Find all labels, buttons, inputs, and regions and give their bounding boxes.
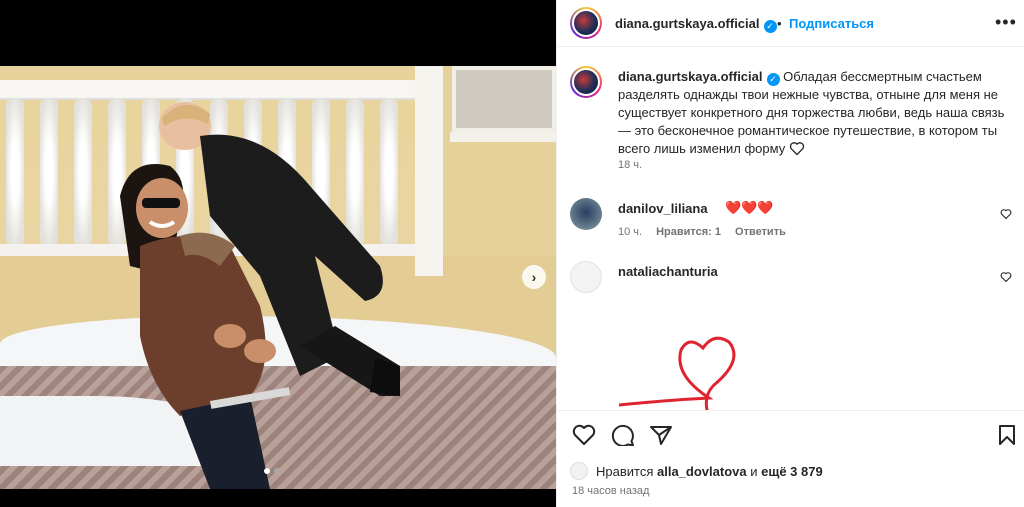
comment-likes-count[interactable]: Нравится: 1 (656, 226, 721, 238)
liker-username[interactable]: alla_dovlatova (657, 464, 747, 479)
heart-outline-icon (789, 142, 804, 156)
baluster (6, 98, 24, 244)
commenter-username[interactable]: danilov_liliana (618, 201, 708, 216)
like-heart-icon[interactable] (572, 424, 596, 446)
likes-summary: Нравится alla_dovlatova и ещё 3 879 (570, 462, 823, 480)
header-separator: • (777, 16, 782, 31)
commenter-username[interactable]: nataliachanturia (618, 264, 718, 279)
building-window (452, 66, 556, 132)
likes-connector: и (750, 463, 758, 479)
carousel-dot-active (264, 468, 270, 474)
caption-timestamp: 18 ч. (618, 159, 643, 171)
author-username[interactable]: diana.gurtskaya.official ✓ (615, 16, 777, 33)
caption-text-block: diana.gurtskaya.official ✓ Обладая бессме… (618, 68, 1013, 158)
woman-figure (120, 164, 291, 489)
post-actions-bar (557, 410, 1024, 460)
comment-bubble-icon[interactable] (611, 424, 635, 446)
baluster (74, 98, 92, 244)
comment-like-heart-icon[interactable] (1000, 271, 1012, 283)
more-options-icon[interactable]: ••• (995, 12, 1017, 33)
commenter-avatar[interactable] (570, 261, 602, 293)
heart-sticker-icon (619, 336, 736, 410)
comment-meta: 10 ч. Нравится: 1 Ответить (618, 226, 786, 238)
balustrade-pillar (415, 66, 443, 276)
window-sill (450, 132, 556, 142)
liker-avatar[interactable] (570, 462, 588, 480)
post-details-panel: diana.gurtskaya.official ✓ • Подписаться … (556, 0, 1024, 507)
carousel-indicator (264, 468, 280, 474)
comment-text: ❤️❤️❤️ (725, 200, 774, 215)
likes-others-count[interactable]: ещё 3 879 (761, 464, 823, 479)
verified-badge-icon: ✓ (763, 20, 777, 33)
save-bookmark-icon[interactable] (997, 424, 1017, 446)
verified-badge-icon: ✓ (766, 72, 780, 86)
comment-reply-button[interactable]: Ответить (735, 226, 786, 238)
comment-timestamp: 10 ч. (618, 226, 643, 238)
share-send-icon[interactable] (649, 424, 673, 446)
carousel-dot (274, 468, 280, 474)
comment-like-heart-icon[interactable] (1000, 208, 1012, 220)
likes-prefix: Нравится (596, 463, 654, 479)
carousel-next-button[interactable]: › (522, 265, 546, 289)
post-photo (0, 66, 556, 489)
caption-avatar[interactable] (570, 66, 602, 98)
follow-button[interactable]: Подписаться (789, 16, 874, 31)
post-header: diana.gurtskaya.official ✓ • Подписаться … (557, 0, 1024, 47)
commenter-avatar[interactable] (570, 198, 602, 230)
baluster (40, 98, 58, 244)
post-timestamp: 18 часов назад (572, 485, 650, 497)
caption-username[interactable]: diana.gurtskaya.official (618, 69, 763, 84)
author-username-text[interactable]: diana.gurtskaya.official (615, 16, 760, 31)
post-media[interactable]: › (0, 0, 556, 507)
author-avatar[interactable] (570, 7, 602, 39)
